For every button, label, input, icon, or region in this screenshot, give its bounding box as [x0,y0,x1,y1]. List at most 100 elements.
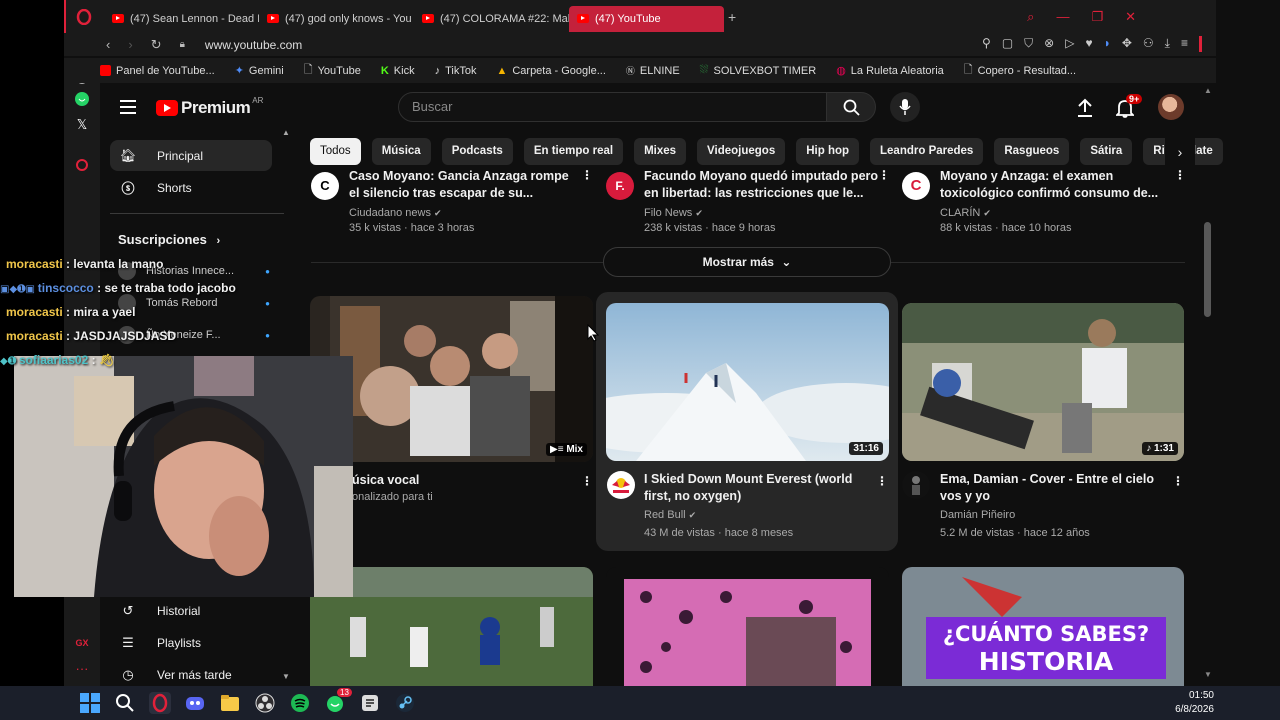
more-options-icon[interactable]: ⋮ [876,474,888,488]
chips-next-chevron-icon[interactable]: › [1165,138,1195,166]
redbull-channel-avatar[interactable] [607,471,635,499]
settings-icon[interactable] [74,157,90,173]
chip-mixes[interactable]: Mixes [634,138,687,165]
discord-icon[interactable] [184,692,206,714]
voice-search-button[interactable] [890,92,920,122]
chip-rasgueos[interactable]: Rasgueos [994,138,1070,165]
block-icon[interactable]: ⊗ [1044,36,1054,52]
news-card-1[interactable]: F. Facundo Moyano quedó imputado pero en … [606,168,890,238]
bookmark-9[interactable]: 🗋︎ Copero - Resultad... [964,61,1076,80]
more-options-icon[interactable]: ⋮ [581,474,593,488]
spotify-icon[interactable] [289,692,311,714]
news-card-2[interactable]: C Moyano y Anzaga: el examen toxicológico… [902,168,1187,238]
forward-icon[interactable]: › [128,37,132,52]
channel-avatar[interactable]: F. [606,172,634,200]
youtube-premium-logo[interactable]: Premium AR [156,96,263,118]
channel-avatar[interactable]: C [311,172,339,200]
lock-icon[interactable]: 🔒︎ [180,39,185,50]
more-options-icon[interactable]: ⋮ [581,168,593,182]
sidebar-item-historial[interactable]: ↺ Historial [110,595,272,626]
download-icon[interactable]: ⤓ [1165,36,1170,52]
maximize-icon[interactable]: ❐ [1091,9,1103,25]
tab-2[interactable]: (47) COLORAMA #22: Mak [414,6,569,32]
video-title[interactable]: úsica vocal [352,472,419,489]
chip-satira[interactable]: Sátira [1080,138,1133,165]
search-button[interactable] [826,92,876,122]
close-icon[interactable]: ✕ [1125,9,1136,25]
chip-hip-hop[interactable]: Hip hop [796,138,860,165]
channel-avatar[interactable] [902,471,930,499]
opera-logo-icon[interactable] [76,8,92,25]
pin-icon[interactable]: ⚲ [982,36,991,52]
heart-icon[interactable]: ♥ [1085,36,1092,52]
more-options-icon[interactable]: ⋮ [1174,168,1186,182]
video-thumbnail[interactable]: 31:16 [606,303,889,461]
file-explorer-icon[interactable] [219,692,241,714]
snapshot-icon[interactable]: ▢ [1002,36,1013,52]
bookmark-1[interactable]: ✦ Gemini [235,64,284,78]
steam-icon[interactable] [394,692,416,714]
bookmark-0[interactable]: Panel de YouTube... [100,65,215,77]
video-thumbnail[interactable] [606,567,889,686]
search-icon[interactable] [114,692,136,714]
upload-icon[interactable] [1076,98,1094,118]
hamburger-menu-icon[interactable] [120,100,136,118]
app-icon[interactable] [359,692,381,714]
video-title[interactable]: I Skied Down Mount Everest (world first, … [644,471,852,505]
sidebar-item-principal[interactable]: 🏠︎ Principal [110,140,272,171]
video-title[interactable]: Moyano y Anzaga: el examen toxicológico c… [940,168,1158,202]
more-options-icon[interactable]: ⋮ [1172,474,1184,488]
video-thumbnail[interactable]: ♪ 1:31 [902,303,1184,461]
new-tab-button[interactable]: + [728,9,736,25]
shield-icon[interactable]: ⛉ [1024,36,1033,52]
bookmark-7[interactable]: ⛆ SOLVEXBOT TIMER [700,64,817,77]
scroll-up-arrow-icon[interactable]: ▲ [282,128,290,137]
video-title[interactable]: Ema, Damian - Cover - Entre el cielo vos … [940,471,1154,505]
extension-blue-icon[interactable]: ◗ [1104,36,1111,52]
chip-videojuegos[interactable]: Videojuegos [697,138,786,165]
tab-3-active[interactable]: (47) YouTube [569,5,724,32]
opera-gx-icon[interactable] [149,692,171,714]
chip-leandro-paredes[interactable]: Leandro Paredes [870,138,984,165]
video-title[interactable]: Caso Moyano: Gancia Anzaga rompe el silen… [349,168,569,202]
chip-todos[interactable]: Todos [310,138,361,165]
sidebar-item-shorts[interactable]: ⓢ Shorts [110,172,272,203]
menu-icon[interactable]: ≡ [1181,36,1188,52]
bookmark-8[interactable]: ◍ La Ruleta Aleatoria [836,64,944,78]
chip-podcasts[interactable]: Podcasts [441,138,513,165]
channel-name[interactable]: Damián Piñeiro [940,506,1015,524]
minimize-icon[interactable]: — [1056,9,1069,25]
chip-en-tiempo-real[interactable]: En tiempo real [523,138,624,165]
tab-1[interactable]: (47) god only knows - You [259,6,414,32]
more-options-icon[interactable]: ⋮ [878,168,890,182]
search-input[interactable]: Buscar [398,92,828,122]
puzzle-icon[interactable]: ✥ [1122,36,1132,52]
more-icon[interactable]: ··· [74,661,90,677]
search-tabs-icon[interactable]: ⌕ [1027,9,1034,25]
windows-start-icon[interactable] [79,692,101,714]
channel-avatar[interactable]: C [902,172,930,200]
news-card-0[interactable]: C Caso Moyano: Gancia Anzaga rompe el sil… [311,168,593,238]
channel-name[interactable]: Red Bull ✔ [644,506,696,524]
system-clock[interactable]: 01:50 6/8/2026 [1175,689,1214,717]
show-more-button[interactable]: Mostrar más ⌄ [603,247,891,277]
bookmark-4[interactable]: ♪ TikTok [435,65,477,77]
sidebar-item-playlists[interactable]: ☰ Playlists [110,627,272,658]
scroll-up-arrow-icon[interactable]: ▲ [1204,86,1212,95]
tab-0[interactable]: (47) Sean Lennon - Dead M [104,6,259,32]
obs-icon[interactable] [254,692,276,714]
url-field[interactable]: www.youtube.com [205,38,302,52]
page-scrollbar[interactable] [1204,222,1211,317]
play-icon[interactable]: ▷ [1065,36,1074,52]
back-icon[interactable]: ‹ [106,37,110,52]
chip-musica[interactable]: Música [371,138,431,165]
video-title[interactable]: Facundo Moyano quedó imputado pero en lib… [644,168,878,202]
video-thumbnail[interactable]: ¿CUÁNTO SABES? HISTORIA [902,567,1184,686]
subscriptions-heading[interactable]: Suscripciones › [118,232,220,247]
account-icon[interactable]: ⚇ [1143,36,1154,52]
scroll-down-arrow-icon[interactable]: ▼ [282,672,290,681]
avatar[interactable] [1158,94,1184,120]
scroll-down-arrow-icon[interactable]: ▼ [1204,670,1212,679]
bookmark-5[interactable]: ▲ Carpeta - Google... [496,65,605,77]
bookmark-2[interactable]: 🗋︎ YouTube [304,61,361,80]
